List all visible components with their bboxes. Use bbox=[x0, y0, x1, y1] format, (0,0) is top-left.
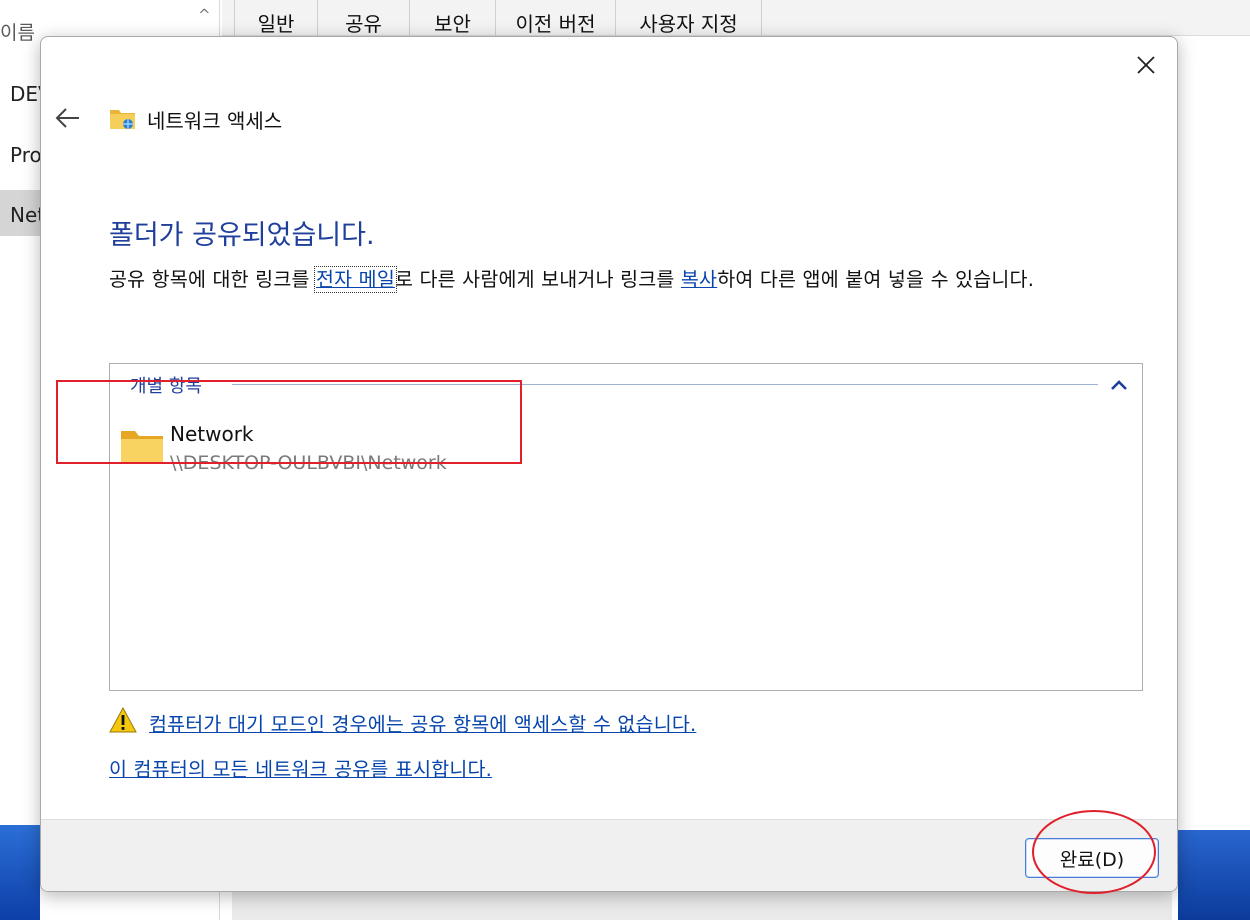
properties-tab-strip: 일반 공유 보안 이전 버전 사용자 지정 bbox=[222, 0, 1250, 36]
tab-general[interactable]: 일반 bbox=[234, 0, 318, 36]
group-header-label: 개별 항목 bbox=[130, 372, 202, 398]
background-window-bottom bbox=[232, 890, 1172, 920]
dialog-title: 네트워크 액세스 bbox=[147, 109, 283, 133]
chevron-up-icon bbox=[1111, 380, 1127, 390]
description-part: 공유 항목에 대한 링크를 bbox=[109, 268, 316, 291]
email-link[interactable]: 전자 메일 bbox=[314, 266, 397, 293]
desktop-wallpaper-right bbox=[1178, 830, 1250, 920]
network-folder-icon bbox=[110, 110, 135, 129]
folder-icon bbox=[121, 431, 163, 464]
done-button[interactable]: 완료(D) bbox=[1025, 838, 1159, 878]
group-divider bbox=[232, 384, 1098, 385]
tab-previous-versions[interactable]: 이전 버전 bbox=[496, 0, 616, 36]
tab-security[interactable]: 보안 bbox=[410, 0, 496, 36]
shared-items-list: 개별 항목 Network \\DESKTOP-OULBVBI\Network bbox=[109, 363, 1143, 691]
description-part: 하여 다른 앱에 붙여 넣을 수 있습니다. bbox=[717, 268, 1035, 291]
dialog-footer: 완료(D) bbox=[41, 819, 1177, 891]
show-all-shares-link[interactable]: 이 컴퓨터의 모든 네트워크 공유를 표시합니다. bbox=[109, 753, 492, 782]
warning-icon bbox=[109, 707, 137, 733]
file-row[interactable]: Pro bbox=[10, 143, 42, 167]
description-part: 로 다른 사람에게 보내거나 링크를 bbox=[394, 268, 681, 291]
page-heading: 폴더가 공유되었습니다. bbox=[109, 220, 375, 252]
description-text: 공유 항목에 대한 링크를 전자 메일로 다른 사람에게 보내거나 링크를 복사… bbox=[109, 265, 1149, 294]
item-name: Network bbox=[170, 422, 254, 446]
sort-chevron-icon[interactable]: ^ bbox=[198, 6, 211, 24]
tab-customize[interactable]: 사용자 지정 bbox=[616, 0, 762, 36]
close-icon bbox=[1137, 56, 1155, 74]
desktop-wallpaper-left bbox=[0, 825, 40, 920]
back-button[interactable] bbox=[51, 101, 85, 135]
item-path: \\DESKTOP-OULBVBI\Network bbox=[170, 452, 447, 474]
standby-warning-link[interactable]: 컴퓨터가 대기 모드인 경우에는 공유 항목에 액세스할 수 없습니다. bbox=[149, 708, 696, 737]
column-header-name[interactable]: 이름 bbox=[0, 18, 35, 45]
tab-sharing[interactable]: 공유 bbox=[318, 0, 410, 36]
back-arrow-icon bbox=[55, 108, 79, 128]
collapse-group-button[interactable] bbox=[1106, 372, 1132, 398]
copy-link[interactable]: 복사 bbox=[681, 268, 717, 291]
list-item-network[interactable]: Network \\DESKTOP-OULBVBI\Network bbox=[116, 422, 566, 486]
close-button[interactable] bbox=[1121, 45, 1171, 85]
network-access-dialog: 네트워크 액세스 폴더가 공유되었습니다. 공유 항목에 대한 링크를 전자 메… bbox=[40, 36, 1178, 892]
